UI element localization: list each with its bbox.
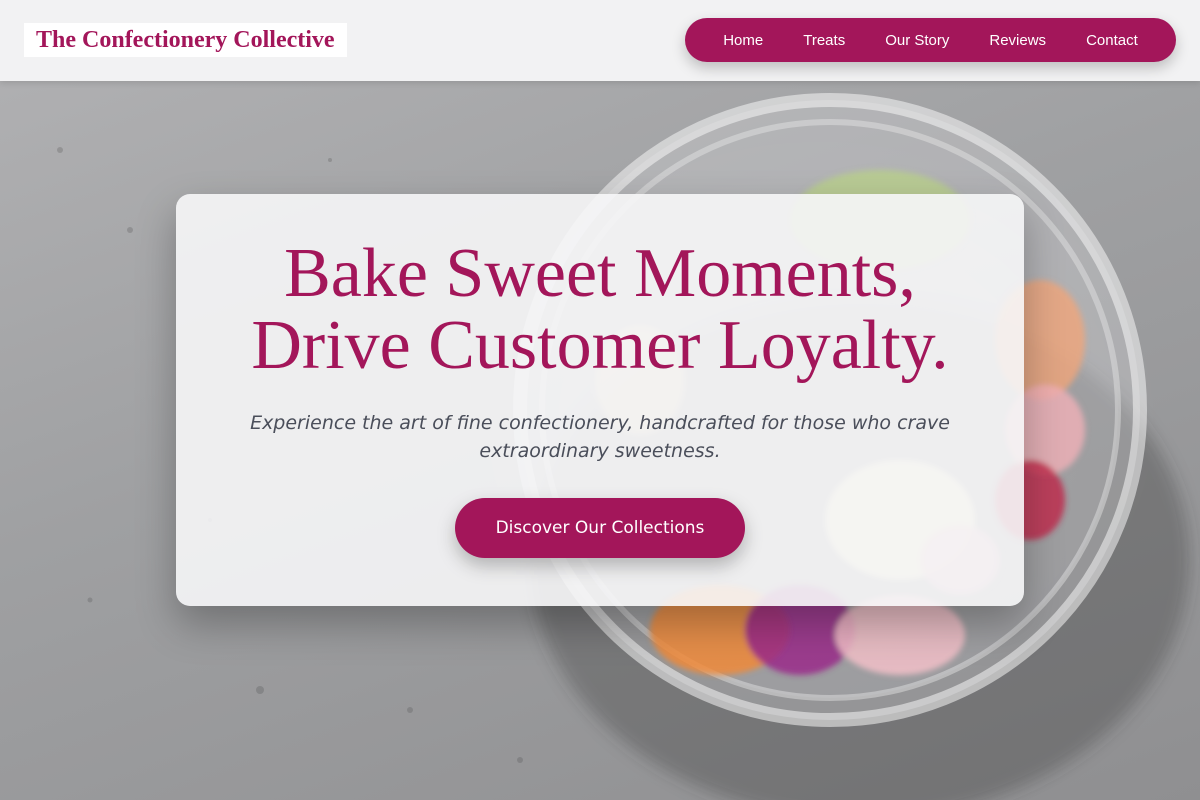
site-header: The Confectionery Collective Home Treats… [0,0,1200,81]
discover-collections-button[interactable]: Discover Our Collections [455,498,745,558]
nav-link-home[interactable]: Home [703,32,783,49]
hero-subtitle: Experience the art of fine confectionery… [250,412,950,462]
hero-title: Bake Sweet Moments, Drive Customer Loyal… [176,238,1024,382]
hero-card: Bake Sweet Moments, Drive Customer Loyal… [176,194,1024,606]
nav-link-reviews[interactable]: Reviews [969,32,1066,49]
nav-link-contact[interactable]: Contact [1066,32,1158,49]
hero-title-line-2: Drive Customer Loyalty. [251,307,949,384]
hero-title-line-1: Bake Sweet Moments, [284,235,916,312]
main-navigation: Home Treats Our Story Reviews Contact [685,18,1176,62]
brand-logo[interactable]: The Confectionery Collective [24,23,347,57]
nav-link-treats[interactable]: Treats [783,32,865,49]
nav-link-our-story[interactable]: Our Story [865,32,969,49]
